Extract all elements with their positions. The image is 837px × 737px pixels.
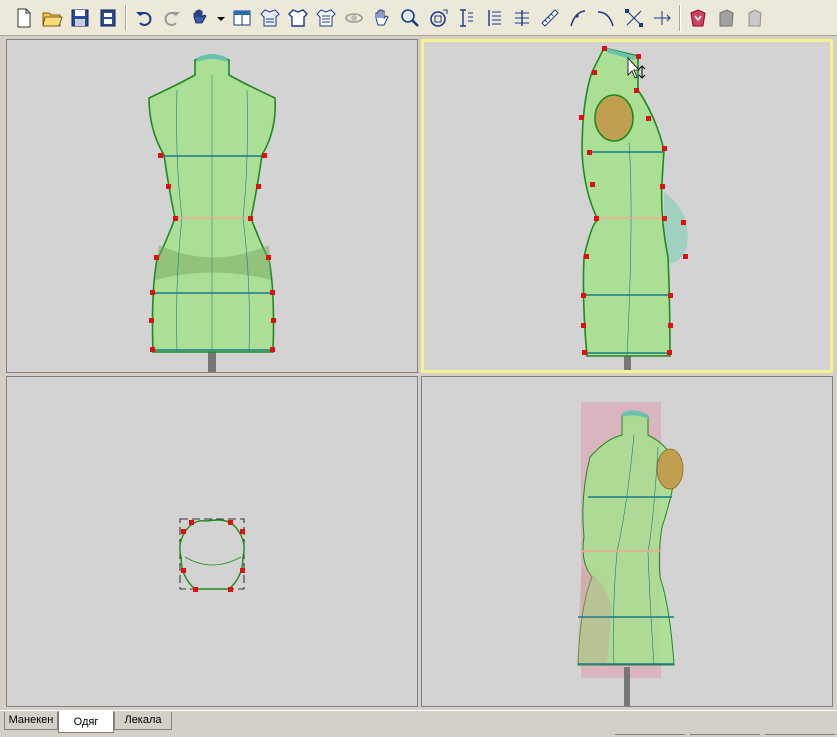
control-point[interactable] xyxy=(262,153,267,158)
armhole-cap xyxy=(656,448,684,490)
zoom-icon[interactable] xyxy=(396,3,424,33)
vertical-dimension-3-icon[interactable] xyxy=(508,3,536,33)
control-point[interactable] xyxy=(240,568,245,573)
vertical-dimension-icon[interactable] xyxy=(452,3,480,33)
render-shaded-icon[interactable] xyxy=(684,3,712,33)
control-point[interactable] xyxy=(193,587,198,592)
control-point[interactable] xyxy=(594,216,599,221)
control-point[interactable] xyxy=(602,46,607,51)
render-light-icon[interactable] xyxy=(740,3,768,33)
control-point[interactable] xyxy=(266,255,271,260)
dropdown-arrow-icon[interactable] xyxy=(214,3,228,33)
control-point[interactable] xyxy=(667,350,672,355)
control-point[interactable] xyxy=(150,347,155,352)
control-point[interactable] xyxy=(590,182,595,187)
control-point[interactable] xyxy=(166,184,171,189)
control-point[interactable] xyxy=(587,150,592,155)
main-toolbar xyxy=(0,0,837,36)
pan-hand-icon[interactable] xyxy=(368,3,396,33)
render-gray-icon[interactable] xyxy=(712,3,740,33)
control-point[interactable] xyxy=(270,290,275,295)
shirt-icon[interactable] xyxy=(284,3,312,33)
control-point[interactable] xyxy=(150,290,155,295)
garment-edit-icon[interactable] xyxy=(256,3,284,33)
control-point[interactable] xyxy=(579,115,584,120)
viewport-side[interactable] xyxy=(421,39,833,373)
cross-section-bounds xyxy=(179,518,245,590)
control-point[interactable] xyxy=(248,216,253,221)
control-point[interactable] xyxy=(181,568,186,573)
zoom-extents-icon[interactable] xyxy=(424,3,452,33)
control-point[interactable] xyxy=(256,184,261,189)
control-point[interactable] xyxy=(149,318,154,323)
stand-pole xyxy=(208,350,216,372)
curve-point-icon[interactable] xyxy=(564,3,592,33)
control-point[interactable] xyxy=(668,293,673,298)
mannequin-body-side xyxy=(581,47,671,357)
application-window: Манекен Одяг Лекала xyxy=(0,0,837,737)
vertical-dimension-2-icon[interactable] xyxy=(480,3,508,33)
hand-menu-icon[interactable] xyxy=(186,3,214,33)
view-tabs: Манекен Одяг Лекала xyxy=(0,710,837,737)
control-point[interactable] xyxy=(173,216,178,221)
control-point[interactable] xyxy=(240,529,245,534)
rotate-icon[interactable] xyxy=(340,3,368,33)
control-point[interactable] xyxy=(581,323,586,328)
undo-icon[interactable] xyxy=(130,3,158,33)
control-point[interactable] xyxy=(592,70,597,75)
control-point[interactable] xyxy=(636,54,641,59)
control-point[interactable] xyxy=(646,116,651,121)
control-point[interactable] xyxy=(668,323,673,328)
redo-icon[interactable] xyxy=(158,3,186,33)
move-point-icon[interactable] xyxy=(648,3,676,33)
control-point[interactable] xyxy=(683,254,688,259)
tab-mannequin[interactable]: Манекен xyxy=(4,712,58,730)
control-point[interactable] xyxy=(154,255,159,260)
armhole-cap xyxy=(594,94,634,142)
shirt-measure-icon[interactable] xyxy=(312,3,340,33)
viewport-front[interactable] xyxy=(6,39,418,373)
save-icon[interactable] xyxy=(66,3,94,33)
control-point[interactable] xyxy=(584,254,589,259)
tab-patterns[interactable]: Лекала xyxy=(114,712,172,730)
stand-pole xyxy=(624,667,630,706)
print-icon[interactable] xyxy=(94,3,122,33)
viewport-perspective[interactable] xyxy=(421,376,833,707)
viewport-top[interactable] xyxy=(6,376,418,707)
control-point[interactable] xyxy=(662,216,667,221)
control-point[interactable] xyxy=(158,153,163,158)
new-file-icon[interactable] xyxy=(10,3,38,33)
open-folder-icon[interactable] xyxy=(38,3,66,33)
control-point[interactable] xyxy=(662,146,667,151)
control-point[interactable] xyxy=(228,520,233,525)
control-point[interactable] xyxy=(634,88,639,93)
control-point[interactable] xyxy=(581,293,586,298)
curve-icon[interactable] xyxy=(592,3,620,33)
cross-section-inner xyxy=(184,556,242,566)
scale-points-icon[interactable] xyxy=(620,3,648,33)
tab-clothing[interactable]: Одяг xyxy=(58,711,114,733)
control-point[interactable] xyxy=(181,529,186,534)
control-point[interactable] xyxy=(582,350,587,355)
control-point[interactable] xyxy=(270,347,275,352)
toolbar-separator xyxy=(125,4,127,31)
control-point[interactable] xyxy=(228,587,233,592)
control-point[interactable] xyxy=(681,220,686,225)
control-point[interactable] xyxy=(189,520,194,525)
cross-section-outline xyxy=(179,519,245,590)
control-point[interactable] xyxy=(660,184,665,189)
control-point[interactable] xyxy=(271,318,276,323)
ruler-icon[interactable] xyxy=(536,3,564,33)
layout-icon[interactable] xyxy=(228,3,256,33)
toolbar-separator xyxy=(679,4,681,31)
stand-pole xyxy=(624,356,631,370)
